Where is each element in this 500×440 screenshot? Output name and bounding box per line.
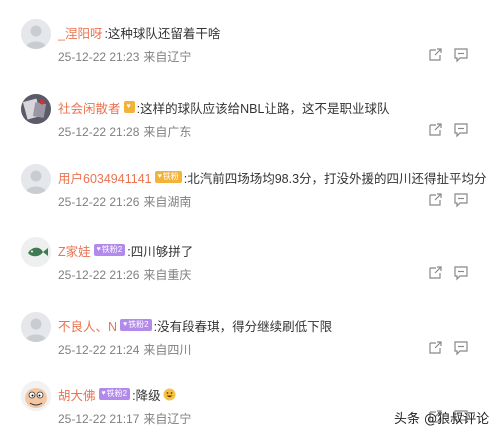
comment-actions — [427, 192, 487, 208]
username[interactable]: 社会闲散者 — [58, 98, 121, 117]
comment-text: :四川够拼了 — [127, 244, 194, 259]
grin-emoji-icon — [163, 388, 176, 401]
comment-item: Z家娃 ♥ 铁粉2 :四川够拼了 25-12-22 21:26 来自重庆 — [0, 237, 500, 307]
comment-item: 社会闲散者 ♥ :这样的球队应该给NBL让路，这不是职业球队 25-12-22 … — [0, 94, 500, 164]
default-avatar-icon[interactable] — [21, 312, 51, 342]
share-icon[interactable] — [427, 192, 443, 208]
badge-heart-icon: ♥ — [123, 321, 128, 328]
fan-badge: ♥ 铁粉2 — [93, 244, 126, 256]
username[interactable]: 用户6034941141 — [58, 168, 152, 187]
comment-text: :这种球队还留着干啥 — [104, 26, 221, 41]
timestamp: 25-12-22 21:26 — [58, 195, 140, 209]
default-avatar-icon[interactable] — [21, 164, 51, 194]
timestamp: 25-12-22 21:17 — [58, 412, 140, 426]
badge-heart-icon: ♥ — [157, 173, 162, 180]
badge-heart-icon: ♥ — [96, 246, 101, 253]
watermark: 头条 @狼叔评论 — [394, 408, 489, 427]
cartoon-avatar-icon[interactable] — [21, 381, 51, 411]
comment-item: _涅阳呀 :这种球队还留着干啥 25-12-22 21:23 来自辽宁 — [0, 19, 500, 89]
photo-avatar-icon[interactable] — [21, 94, 51, 124]
comment-text: :北汽前四场场均98.3分，打没外援的四川还得扯平均分 — [183, 171, 487, 186]
fan-badge: ♥ 铁粉2 — [98, 388, 131, 400]
fish-avatar-icon[interactable] — [21, 237, 51, 267]
username[interactable]: _涅阳呀 — [58, 23, 102, 42]
username[interactable]: Z家娃 — [58, 241, 91, 260]
comment-actions — [427, 340, 487, 356]
comment-actions — [427, 122, 487, 138]
timestamp: 25-12-22 21:24 — [58, 343, 140, 357]
fan-badge: ♥ — [123, 101, 135, 113]
comment-text: :这样的球队应该给NBL让路，这不是职业球队 — [136, 101, 390, 116]
share-icon[interactable] — [427, 265, 443, 281]
comment-icon[interactable] — [453, 192, 469, 208]
fan-badge: ♥ 铁粉 — [154, 171, 182, 183]
location: 来自广东 — [143, 125, 192, 139]
comment-item: 用户6034941141 ♥ 铁粉 :北汽前四场场均98.3分，打没外援的四川还得… — [0, 164, 500, 234]
badge-heart-icon: ♥ — [101, 390, 106, 397]
comment-icon[interactable] — [453, 265, 469, 281]
comment-icon[interactable] — [453, 47, 469, 63]
location: 来自辽宁 — [143, 412, 192, 426]
username[interactable]: 胡大佛 — [58, 385, 96, 404]
location: 来自重庆 — [143, 268, 192, 282]
share-icon[interactable] — [427, 340, 443, 356]
share-icon[interactable] — [427, 122, 443, 138]
location: 来自辽宁 — [143, 50, 192, 64]
fan-badge: ♥ 铁粉2 — [120, 319, 152, 331]
share-icon[interactable] — [427, 47, 443, 63]
timestamp: 25-12-22 21:26 — [58, 268, 140, 282]
timestamp: 25-12-22 21:23 — [58, 50, 140, 64]
timestamp: 25-12-22 21:28 — [58, 125, 140, 139]
comment-icon[interactable] — [453, 122, 469, 138]
badge-heart-icon: ♥ — [126, 103, 131, 110]
comment-icon[interactable] — [453, 340, 469, 356]
watermark-platform: 头条 — [394, 412, 421, 427]
comment-text: :降级 — [132, 388, 161, 403]
location: 来自湖南 — [143, 195, 192, 209]
default-avatar-icon[interactable] — [21, 19, 51, 49]
comment-text: :没有段春琪，得分继续刷低下限 — [153, 319, 333, 334]
comment-feed: _涅阳呀 :这种球队还留着干啥 25-12-22 21:23 来自辽宁 社会闲散者… — [0, 0, 500, 440]
comment-item: 不良人、N ♥ 铁粉2 :没有段春琪，得分继续刷低下限 25-12-22 21:2… — [0, 312, 500, 382]
username[interactable]: 不良人、N — [58, 316, 117, 335]
comment-actions — [427, 47, 487, 63]
location: 来自四川 — [143, 343, 192, 357]
watermark-handle: @狼叔评论 — [424, 412, 490, 427]
comment-actions — [427, 265, 487, 281]
